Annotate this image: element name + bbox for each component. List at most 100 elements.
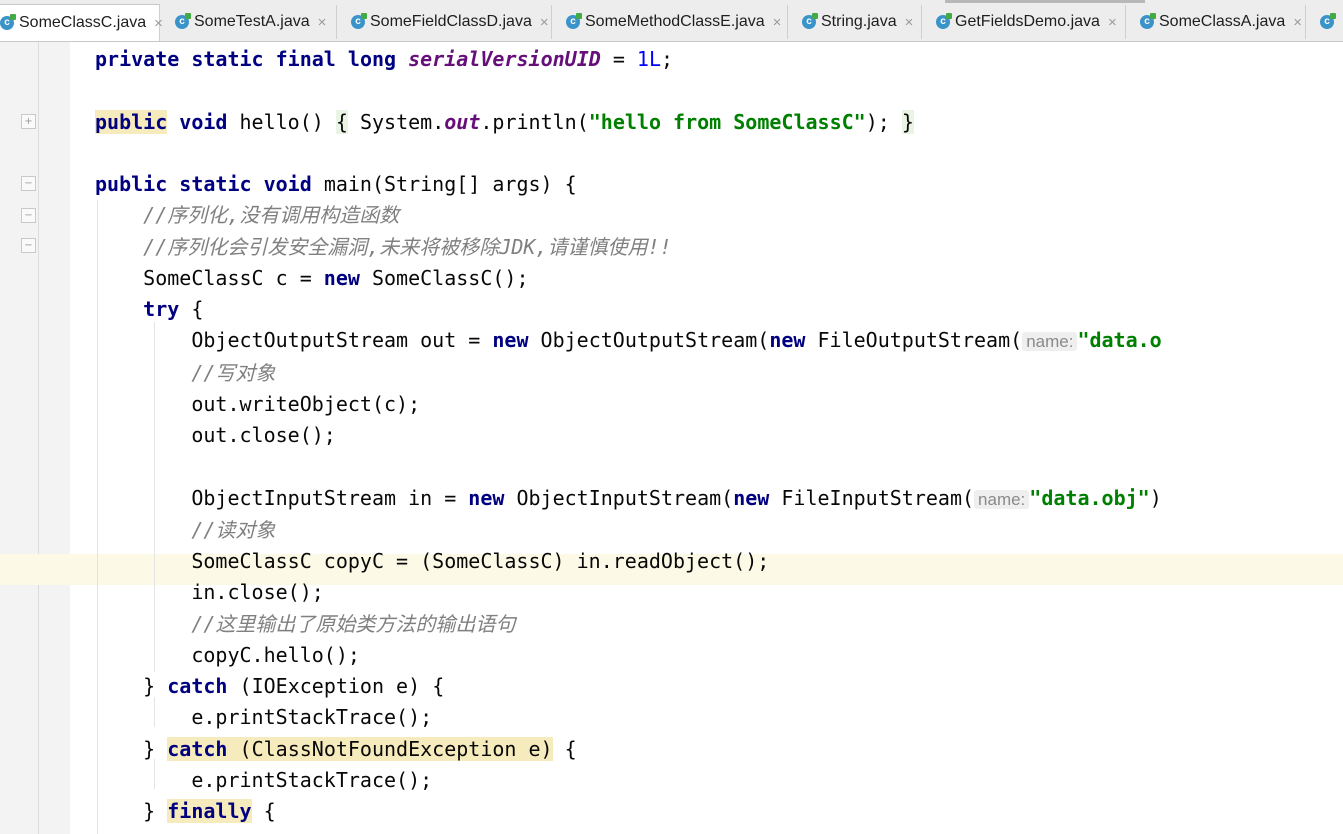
identifier: System. <box>359 109 445 134</box>
tab-label: String.java <box>821 13 897 30</box>
keyword: new <box>733 485 770 510</box>
method-call: .println( <box>480 109 589 134</box>
close-icon[interactable]: × <box>773 14 782 31</box>
close-icon[interactable]: × <box>905 14 914 31</box>
editor-gutter: + − − − <box>0 42 70 834</box>
keyword: try <box>143 297 180 321</box>
constructor-call: FileOutputStream( <box>817 328 1023 353</box>
class-icon: c <box>175 13 191 29</box>
keyword: final <box>275 47 336 71</box>
gutter-divider <box>38 42 39 834</box>
tab-somefieldclassd[interactable]: c SomeFieldClassD.java × <box>337 5 552 39</box>
statement: in.close(); <box>191 580 324 605</box>
constructor-call: FileInputStream( <box>781 485 975 510</box>
tab-label: SomeClassA.java <box>1159 13 1286 30</box>
brace: { <box>263 799 276 823</box>
string-literal: "data.o <box>1077 328 1162 353</box>
close-icon[interactable]: × <box>1108 14 1117 31</box>
declaration: ObjectInputStream in = <box>191 485 469 510</box>
tab-someclassc[interactable]: c SomeClassC.java × <box>0 4 163 41</box>
string-literal: "hello from SomeClassC" <box>588 109 866 134</box>
tab-label: SomeTestA.java <box>194 13 310 30</box>
brace: { <box>191 297 204 321</box>
class-icon: c <box>351 13 367 29</box>
class-icon: c <box>0 14 16 30</box>
static-field: out <box>444 109 481 134</box>
parameter-hint: name: <box>974 489 1030 509</box>
fold-expand-icon[interactable]: + <box>21 114 36 129</box>
keyword: void <box>179 109 228 134</box>
brace: { <box>432 674 445 698</box>
operator: = <box>600 47 637 71</box>
keyword: static <box>179 172 252 196</box>
method-signature: main(String[] args) <box>323 172 565 196</box>
string-literal: "data.obj" <box>1029 485 1150 510</box>
declaration: SomeClassC c = <box>143 265 324 290</box>
tab-somemethodclasse[interactable]: c SomeMethodClassE.java × <box>552 5 788 39</box>
statement: SomeClassC copyC = (SomeClassC) in.readO… <box>191 549 770 573</box>
keyword: void <box>263 172 312 196</box>
tab-scroll-indicator <box>945 0 1145 3</box>
catch-params: (IOException e) <box>227 674 433 698</box>
brace: { <box>564 736 577 761</box>
close-icon[interactable]: × <box>540 14 549 31</box>
class-icon: c <box>936 13 952 29</box>
tab-label: SomeFieldClassD.java <box>370 13 532 30</box>
method-signature: hello() <box>239 109 324 134</box>
class-icon: c <box>566 13 582 29</box>
keyword: public <box>95 172 168 196</box>
tab-label: GetFieldsDemo.java <box>955 13 1100 30</box>
constructor-call: SomeClassC(); <box>371 265 529 290</box>
keyword: new <box>492 328 529 353</box>
tab-getfieldsdemo[interactable]: c GetFieldsDemo.java × <box>922 5 1126 39</box>
catch-params: (ClassNotFoundException e) <box>227 736 553 761</box>
code-comment: //这里输出了原始类方法的输出语句 <box>191 611 516 636</box>
keyword: finally <box>167 799 252 823</box>
statement: copyC.hello(); <box>191 642 360 667</box>
brace: } <box>901 109 914 134</box>
statement: out.writeObject(c); <box>191 391 421 416</box>
keyword: private <box>95 47 180 71</box>
parameter-hint: name: <box>1022 332 1078 352</box>
fold-collapse-icon[interactable]: − <box>21 176 36 191</box>
editor-tab-bar: c SomeClassC.java × c SomeTestA.java × c… <box>0 0 1343 42</box>
static-field: serialVersionUID <box>408 47 601 71</box>
close-icon[interactable]: × <box>1293 14 1302 31</box>
code-comment: //读对象 <box>191 517 276 542</box>
class-icon: c <box>802 13 818 29</box>
tab-label: SomeClassC.java <box>19 14 147 31</box>
keyword: new <box>468 485 505 510</box>
tab-someclassa[interactable]: c SomeClassA.java × <box>1126 5 1306 39</box>
code-comment: //序列化,没有调用构造函数 <box>143 203 400 228</box>
keyword: public <box>95 109 168 134</box>
keyword: long <box>347 47 397 71</box>
punctuation: ); <box>865 109 890 134</box>
statement: e.printStackTrace(); <box>191 767 433 792</box>
tab-sometesta[interactable]: c SomeTestA.java × <box>161 5 337 39</box>
number-literal: 1L <box>636 47 661 71</box>
brace: } <box>143 736 156 761</box>
keyword: catch <box>167 736 228 761</box>
source-code[interactable]: private static final long serialVersionU… <box>95 44 1162 827</box>
fold-end-icon[interactable]: − <box>21 238 36 253</box>
tab-label: SomeMethodClassE.java <box>585 13 765 30</box>
fold-collapse-icon[interactable]: − <box>21 208 36 223</box>
tab-overflow[interactable]: c <box>1306 5 1343 39</box>
keyword: new <box>769 328 806 353</box>
close-icon[interactable]: × <box>318 14 327 31</box>
keyword: catch <box>167 674 228 698</box>
declaration: ObjectOutputStream out = <box>191 328 493 353</box>
brace: } <box>143 674 156 698</box>
tab-string[interactable]: c String.java × <box>788 5 922 39</box>
class-icon: c <box>1320 13 1336 29</box>
semicolon: ; <box>661 47 674 71</box>
brace: { <box>564 172 577 196</box>
punctuation: ) <box>1149 485 1162 510</box>
statement: e.printStackTrace(); <box>191 705 433 730</box>
code-editor[interactable]: private static final long serialVersionU… <box>0 42 1343 834</box>
constructor-call: ObjectInputStream( <box>516 485 734 510</box>
code-comment: //序列化会引发安全漏洞,未来将被移除JDK,请谨慎使用!! <box>143 234 672 259</box>
keyword: new <box>323 265 360 290</box>
keyword: static <box>191 47 264 71</box>
constructor-call: ObjectOutputStream( <box>540 328 770 353</box>
